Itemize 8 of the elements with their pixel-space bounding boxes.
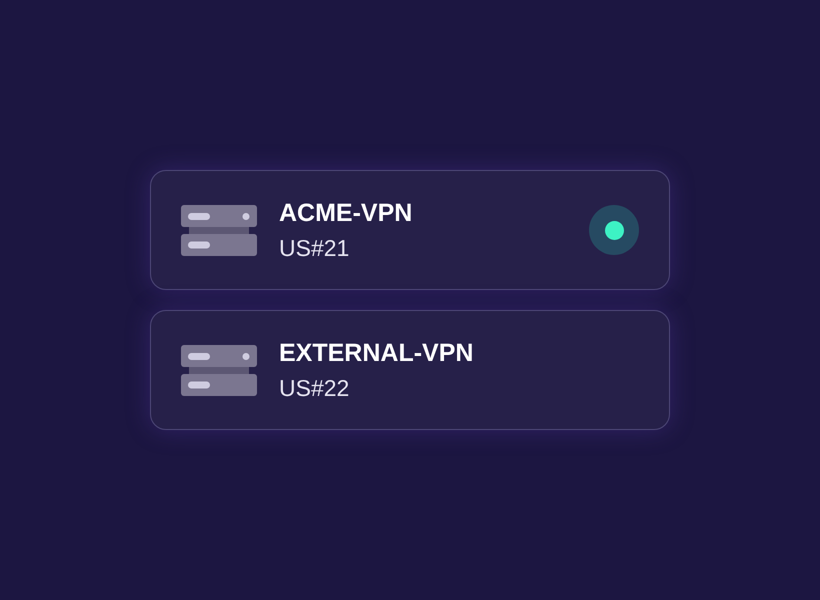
server-card[interactable]: EXTERNAL-VPN US#22 <box>150 310 670 430</box>
server-card[interactable]: ACME-VPN US#21 <box>150 170 670 290</box>
server-icon <box>181 344 257 396</box>
server-location: US#21 <box>279 234 350 262</box>
server-name: EXTERNAL-VPN <box>279 338 474 368</box>
server-name: ACME-VPN <box>279 198 414 228</box>
server-location: US#22 <box>279 374 350 402</box>
server-icon <box>181 204 257 256</box>
